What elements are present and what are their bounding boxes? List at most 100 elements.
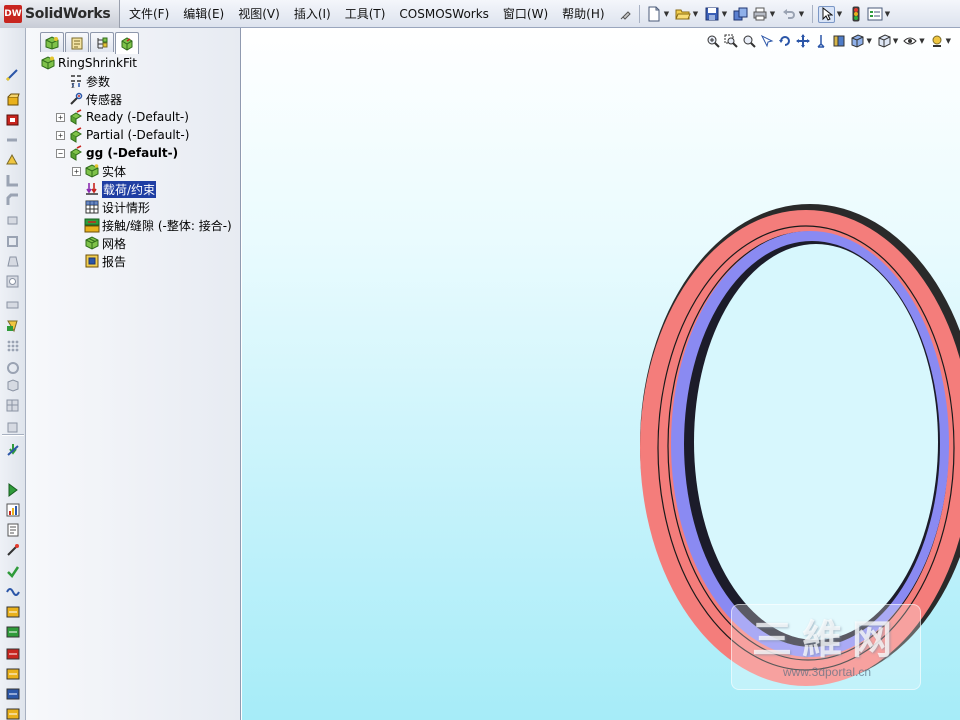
menu-insert[interactable]: 插入(I) — [287, 0, 338, 28]
zoom-selection-icon[interactable] — [759, 33, 775, 49]
shell-icon[interactable] — [5, 234, 21, 250]
copy-icon[interactable] — [732, 6, 749, 23]
expand-button[interactable]: + — [56, 130, 65, 140]
pin-icon[interactable] — [617, 6, 634, 23]
view-orientation-icon[interactable] — [876, 33, 892, 49]
zoom-window-icon[interactable] — [723, 33, 739, 49]
hole-icon[interactable] — [5, 274, 21, 290]
tree-node[interactable]: Σ 参数 — [56, 72, 110, 90]
select-arrow-icon[interactable] — [818, 5, 835, 23]
configuration-tab-icon[interactable] — [90, 32, 114, 52]
simulation-tool-icon[interactable] — [5, 686, 21, 702]
save-dropdown-arrow[interactable]: ▼ — [721, 10, 728, 18]
probe-icon[interactable] — [5, 542, 21, 558]
tree-node[interactable]: + Ready (-Default-) — [56, 108, 189, 126]
print-dropdown-arrow[interactable]: ▼ — [769, 10, 776, 18]
tree-node-label[interactable]: 参数 — [86, 73, 110, 90]
app-logo[interactable]: DW SolidWorks — [0, 0, 120, 28]
report-icon[interactable] — [5, 522, 21, 538]
tree-node-label[interactable]: Partial (-Default-) — [86, 128, 189, 142]
menu-tools[interactable]: 工具(T) — [338, 0, 393, 28]
tree-node[interactable]: 网格 — [72, 234, 126, 252]
simulation-tool-icon[interactable] — [5, 624, 21, 640]
traffic-light-icon[interactable] — [847, 6, 864, 23]
edit-appearance-icon[interactable] — [929, 33, 945, 49]
tree-node[interactable]: 传感器 — [56, 90, 122, 108]
hide-show-dropdown-arrow[interactable]: ▼ — [919, 37, 924, 45]
new-dropdown-arrow[interactable]: ▼ — [663, 10, 670, 18]
tree-node-label[interactable]: 网格 — [102, 235, 126, 252]
zoom-in-out-icon[interactable] — [741, 33, 757, 49]
tree-node[interactable]: 报告 — [72, 252, 126, 270]
options-icon[interactable] — [866, 6, 883, 23]
property-manager-tab-icon[interactable] — [65, 32, 89, 52]
simulation-tool-icon[interactable] — [5, 604, 21, 620]
tree-node-label[interactable]: Ready (-Default-) — [86, 110, 189, 124]
edit-appearance-dropdown-arrow[interactable]: ▼ — [946, 37, 951, 45]
reference-geometry-icon[interactable] — [5, 338, 21, 354]
collapse-button[interactable]: − — [56, 148, 65, 158]
revolve-icon[interactable] — [5, 112, 21, 128]
tree-node-label[interactable]: 载荷/约束 — [102, 180, 157, 198]
print-icon[interactable] — [751, 6, 768, 23]
load-icon[interactable] — [5, 442, 21, 458]
mirror-icon[interactable] — [5, 318, 21, 334]
display-style-dropdown-arrow[interactable]: ▼ — [866, 37, 871, 45]
chamfer-icon[interactable] — [5, 192, 21, 208]
pan-icon[interactable] — [795, 33, 811, 49]
tree-node[interactable]: + Partial (-Default-) — [56, 126, 189, 144]
loft-icon[interactable] — [5, 152, 21, 168]
graphics-area[interactable]: ▼ ▼ ▼ ▼ 三維网 www.3dportal.cn — [242, 28, 960, 720]
tree-node-label[interactable]: 实体 — [102, 163, 126, 180]
menu-cosmosworks[interactable]: COSMOSWorks — [392, 0, 496, 28]
hide-show-icon[interactable] — [902, 33, 918, 49]
tree-node-label[interactable]: 报告 — [102, 253, 126, 270]
menu-edit[interactable]: 编辑(E) — [176, 0, 231, 28]
undo-dropdown-arrow[interactable]: ▼ — [798, 10, 805, 18]
menu-window[interactable]: 窗口(W) — [496, 0, 555, 28]
save-icon[interactable] — [703, 6, 720, 23]
fatigue-icon[interactable] — [5, 584, 21, 600]
tree-node-label[interactable]: RingShrinkFit — [58, 56, 137, 70]
sweep-icon[interactable] — [5, 132, 21, 148]
tree-node[interactable]: + 实体 — [72, 162, 126, 180]
draft-icon[interactable] — [5, 254, 21, 270]
rotate-view-icon[interactable] — [777, 33, 793, 49]
tree-node[interactable]: 载荷/约束 — [72, 180, 157, 198]
result-icon[interactable] — [5, 502, 21, 518]
tree-node-label[interactable]: 接触/缝隙 (-整体: 接合-) — [102, 217, 232, 234]
display-style-icon[interactable] — [849, 33, 865, 49]
curves-icon[interactable] — [5, 360, 21, 376]
mesh-icon[interactable] — [5, 398, 21, 414]
zoom-to-fit-icon[interactable] — [705, 33, 721, 49]
simulation-tool-icon[interactable] — [5, 666, 21, 682]
tree-node[interactable]: RingShrinkFit — [40, 54, 137, 72]
extrude-boss-icon[interactable] — [5, 92, 21, 108]
run-icon[interactable] — [5, 482, 21, 498]
view-orientation-dropdown-arrow[interactable]: ▼ — [893, 37, 898, 45]
simulation-tab-icon[interactable] — [115, 32, 139, 54]
expand-button[interactable]: + — [72, 166, 81, 176]
options-dropdown-arrow[interactable]: ▼ — [884, 10, 891, 18]
section-view-icon[interactable] — [831, 33, 847, 49]
simulation-tool-icon[interactable] — [5, 706, 21, 720]
standard-views-icon[interactable] — [813, 33, 829, 49]
cosmosworks-tab-icon[interactable] — [40, 32, 64, 52]
fillet-icon[interactable] — [5, 172, 21, 188]
tree-node[interactable]: 设计情形 — [72, 198, 150, 216]
tree-node-label[interactable]: 传感器 — [86, 91, 122, 108]
expand-button[interactable]: + — [56, 112, 65, 122]
tree-node-label[interactable]: gg (-Default-) — [86, 146, 178, 160]
study-icon[interactable] — [5, 378, 21, 394]
tree-node[interactable]: − gg (-Default-) — [56, 144, 178, 162]
open-dropdown-arrow[interactable]: ▼ — [692, 10, 699, 18]
rib-icon[interactable] — [5, 212, 21, 228]
menu-view[interactable]: 视图(V) — [231, 0, 287, 28]
new-document-icon[interactable] — [645, 6, 662, 23]
select-dropdown-arrow[interactable]: ▼ — [836, 10, 843, 18]
menu-file[interactable]: 文件(F) — [122, 0, 176, 28]
linear-pattern-icon[interactable] — [5, 296, 21, 312]
menu-help[interactable]: 帮助(H) — [555, 0, 611, 28]
simulation-tool-icon[interactable] — [5, 646, 21, 662]
undo-icon[interactable] — [780, 6, 797, 23]
